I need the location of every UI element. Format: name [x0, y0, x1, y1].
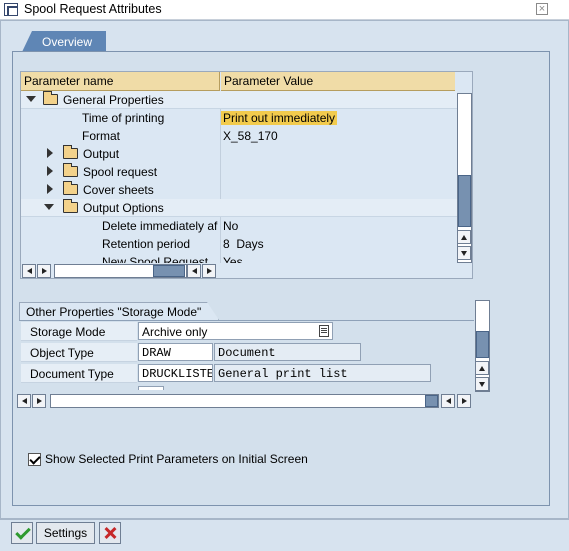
- param-value: X_58_170: [223, 129, 278, 143]
- param-name: Format: [82, 129, 121, 143]
- document-type-field[interactable]: DRUCKLISTE: [138, 364, 213, 382]
- folder-icon: [63, 163, 78, 177]
- scroll-left-icon[interactable]: [441, 394, 455, 408]
- other-properties-panel: Other Properties "Storage Mode" Storage …: [19, 302, 474, 390]
- param-value: Yes: [223, 255, 243, 263]
- tab-overview[interactable]: Overview: [22, 31, 106, 52]
- scroll-right-icon[interactable]: [202, 264, 216, 278]
- param-name: Time of printing: [82, 111, 165, 125]
- document-type-label: Document Type: [21, 364, 137, 383]
- storage-mode-select[interactable]: Archive only: [138, 322, 333, 340]
- tree-row-cover-sheets[interactable]: Cover sheets: [21, 181, 457, 199]
- scroll-up-icon[interactable]: [475, 361, 489, 375]
- scroll-up-icon[interactable]: [457, 230, 471, 244]
- scroll-down-icon[interactable]: [457, 246, 471, 260]
- param-value-highlighted[interactable]: Print out immediately: [221, 111, 338, 125]
- dropdown-list-icon[interactable]: [319, 325, 329, 337]
- tree-node-label: Cover sheets: [83, 183, 154, 197]
- properties-horizontal-scroll-thumb[interactable]: [425, 395, 438, 407]
- parameter-tree: Parameter name Parameter Value General P…: [20, 71, 473, 279]
- tree-row-output[interactable]: Output: [21, 145, 457, 163]
- tree-node-label: General Properties: [63, 93, 164, 107]
- param-value: No: [223, 219, 239, 233]
- scroll-right-icon[interactable]: [37, 264, 51, 278]
- document-type-description: General print list: [214, 364, 431, 382]
- collapse-icon[interactable]: [26, 96, 36, 102]
- folder-icon: [63, 199, 78, 213]
- object-type-description: Document: [214, 343, 361, 361]
- object-type-label: Object Type: [21, 343, 137, 362]
- scroll-down-icon[interactable]: [475, 377, 489, 391]
- tree-row-output-options[interactable]: Output Options: [21, 199, 457, 217]
- divider: [19, 320, 474, 321]
- storage-mode-label: Storage Mode: [21, 322, 137, 341]
- close-icon[interactable]: ×: [536, 3, 548, 15]
- tree-row-format[interactable]: Format X_58_170: [21, 127, 457, 145]
- folder-icon: [43, 91, 58, 105]
- folder-icon: [63, 145, 78, 159]
- tree-vertical-scroll-thumb[interactable]: [458, 175, 471, 227]
- column-header-parameter-value[interactable]: Parameter Value: [221, 72, 455, 91]
- properties-horizontal-scrollbar[interactable]: [50, 394, 439, 408]
- expand-icon[interactable]: [47, 184, 53, 194]
- tree-node-label: Output Options: [83, 201, 164, 215]
- window-title: Spool Request Attributes: [24, 2, 162, 16]
- folder-icon: [63, 181, 78, 195]
- object-type-field[interactable]: DRAW: [138, 343, 213, 361]
- show-params-label: Show Selected Print Parameters on Initia…: [45, 452, 308, 466]
- title-bar: Spool Request Attributes ×: [0, 0, 569, 20]
- properties-vertical-scroll-thumb[interactable]: [476, 331, 489, 358]
- settings-button[interactable]: Settings: [36, 522, 95, 544]
- tree-row-spool-request[interactable]: Spool request: [21, 163, 457, 181]
- tree-row-retention-period[interactable]: Retention period 8 Days: [21, 235, 457, 253]
- tree-horizontal-scroll-thumb[interactable]: [153, 265, 185, 277]
- show-params-checkbox[interactable]: [28, 453, 41, 466]
- tree-node-label: Output: [83, 147, 120, 161]
- cancel-x-icon[interactable]: [99, 522, 121, 544]
- param-name: New Spool Request: [102, 255, 209, 263]
- expand-icon[interactable]: [47, 148, 53, 158]
- param-value: 8 Days: [223, 237, 264, 251]
- param-name: Delete immediately af: [102, 219, 218, 233]
- param-name: Retention period: [102, 237, 191, 251]
- hidden-row-field[interactable]: [138, 386, 164, 390]
- window-icon: [4, 3, 18, 16]
- tree-row-time-of-printing[interactable]: Time of printing Print out immediately: [21, 109, 457, 127]
- tree-node-label: Spool request: [83, 165, 158, 179]
- tree-row-new-spool-request[interactable]: New Spool Request Yes: [21, 253, 457, 263]
- scroll-left-icon[interactable]: [187, 264, 201, 278]
- expand-icon[interactable]: [47, 166, 53, 176]
- column-header-parameter-name[interactable]: Parameter name: [21, 72, 220, 91]
- scroll-left-icon[interactable]: [17, 394, 31, 408]
- tree-row-general-properties[interactable]: General Properties: [21, 91, 457, 109]
- storage-mode-value: Archive only: [142, 325, 208, 339]
- other-properties-title: Other Properties "Storage Mode": [19, 302, 219, 320]
- scroll-right-icon[interactable]: [457, 394, 471, 408]
- tree-row-delete-immediately[interactable]: Delete immediately af No: [21, 217, 457, 235]
- scroll-left-icon[interactable]: [22, 264, 36, 278]
- continue-checkmark-icon[interactable]: [11, 522, 33, 544]
- collapse-icon[interactable]: [44, 204, 54, 210]
- scroll-right-icon[interactable]: [32, 394, 46, 408]
